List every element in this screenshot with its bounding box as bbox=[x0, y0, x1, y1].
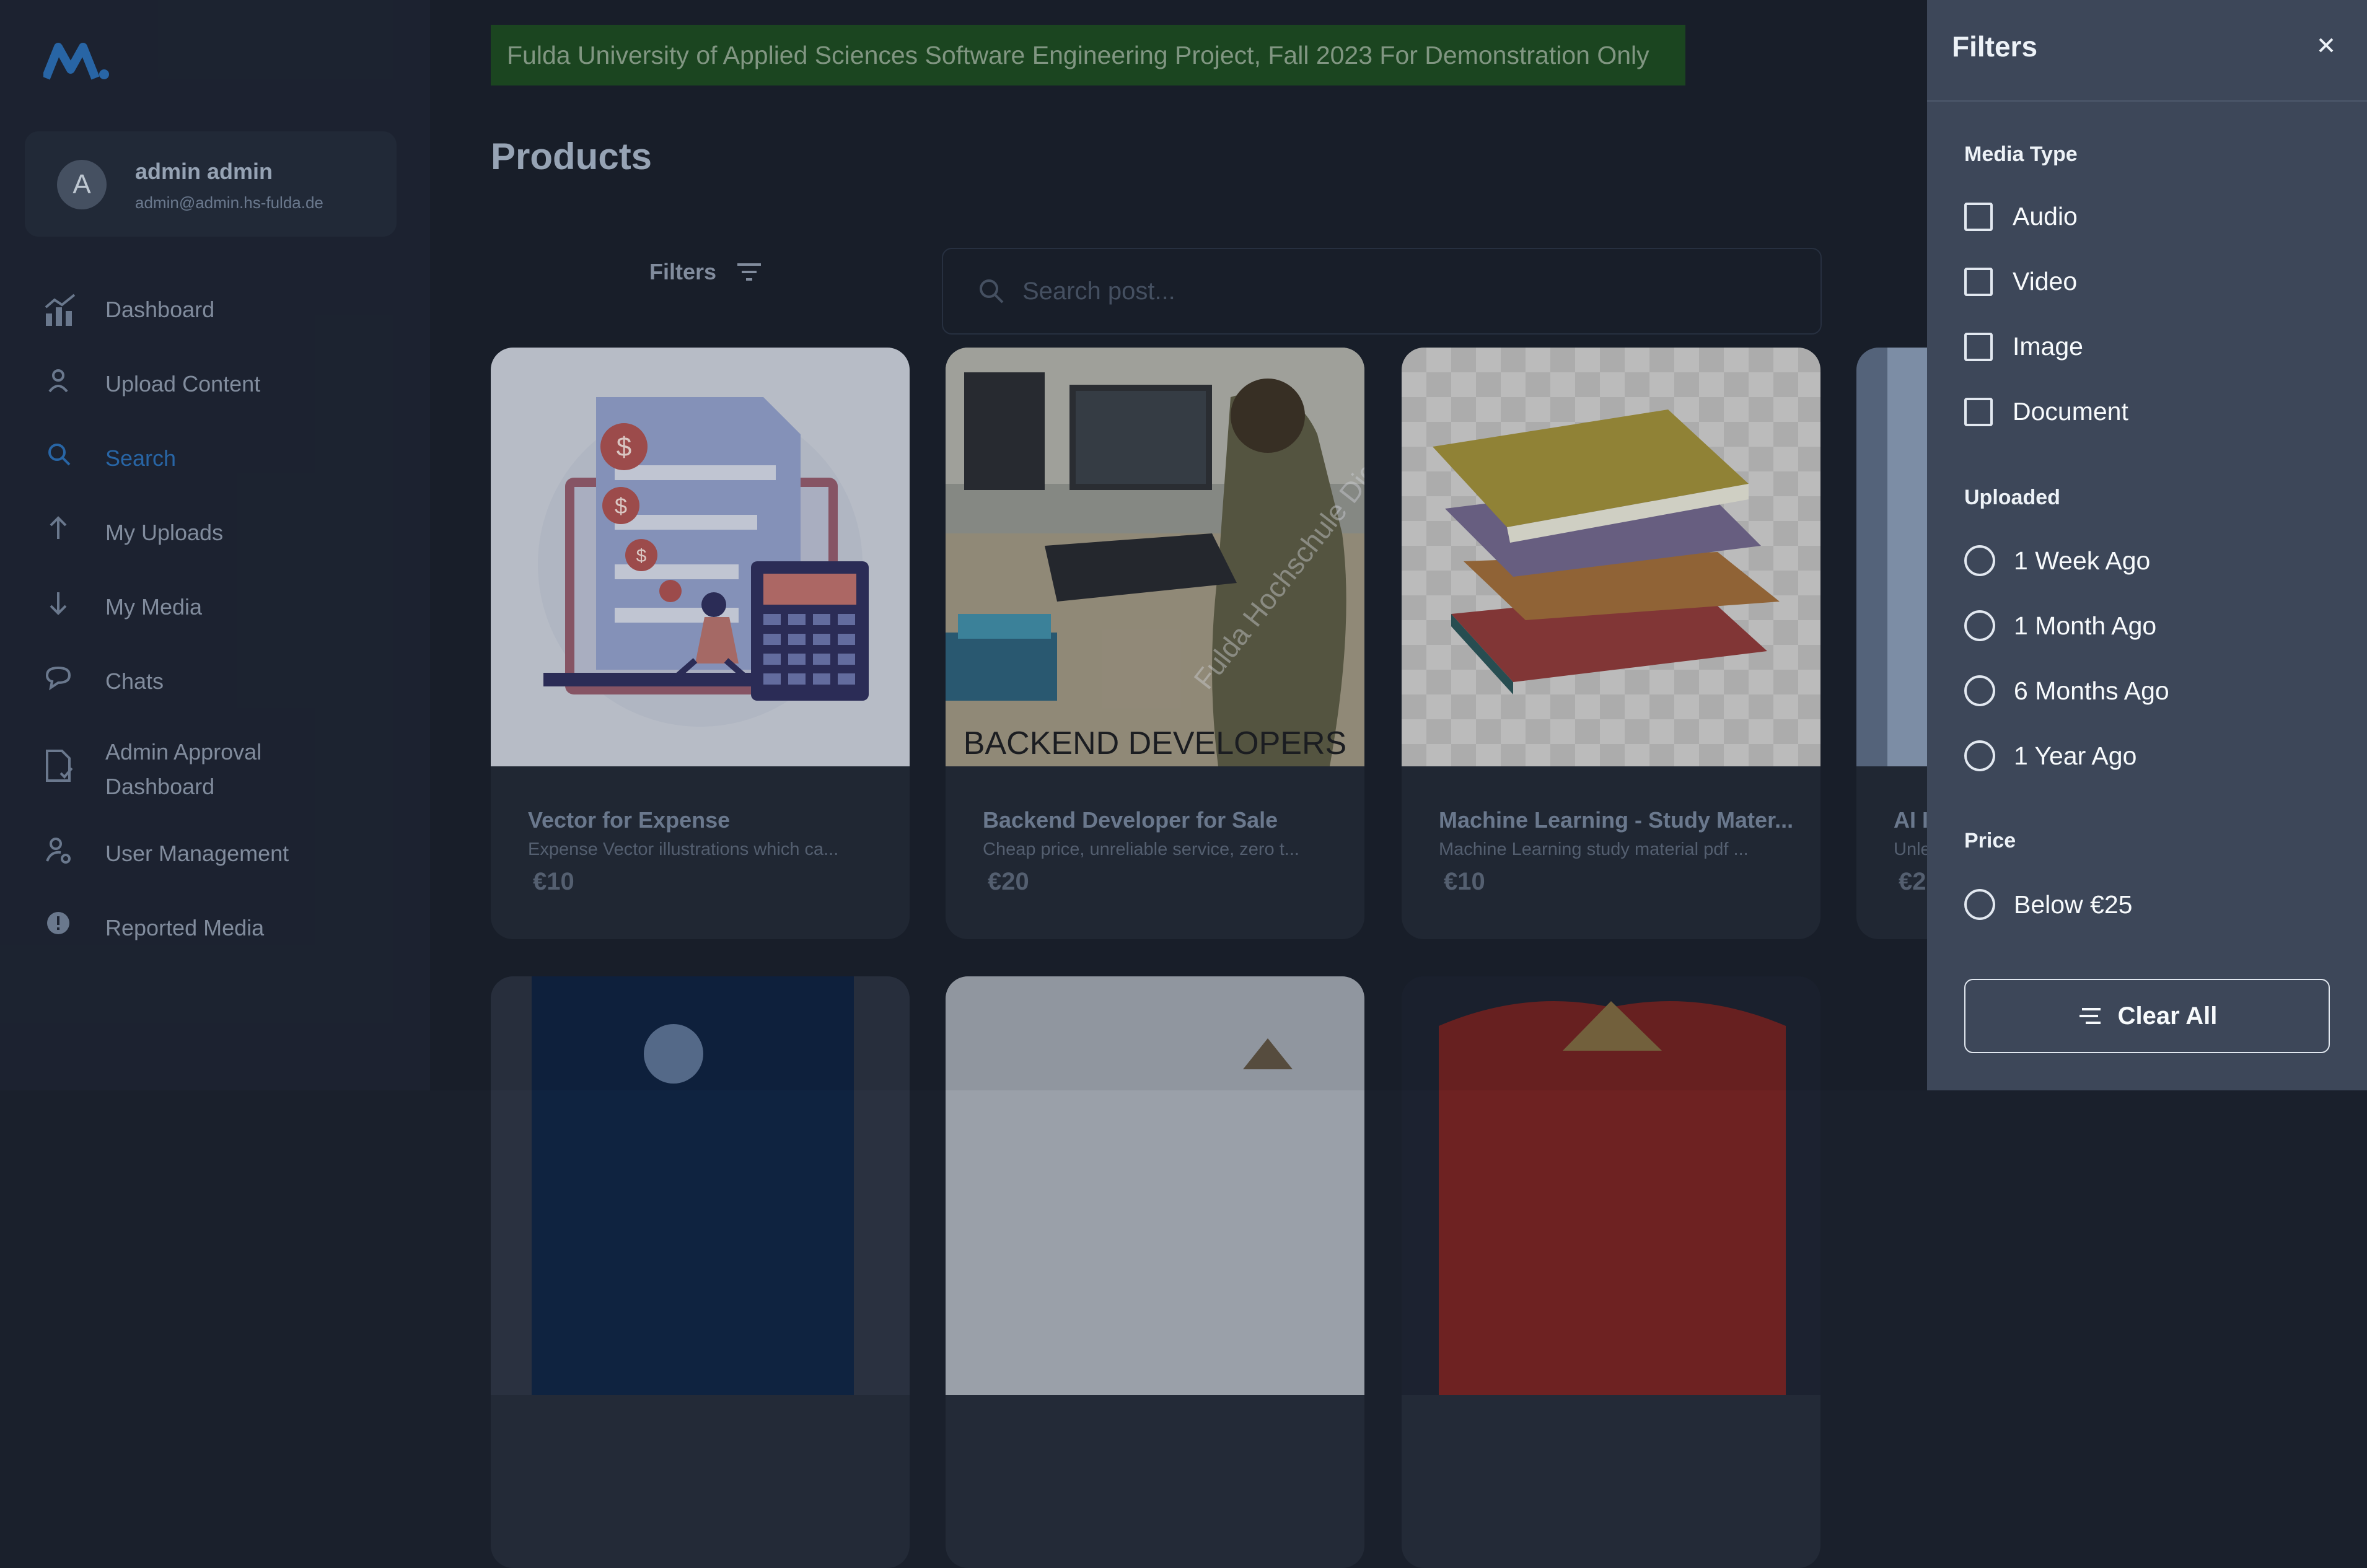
divider bbox=[1927, 100, 2367, 102]
option-label: 1 Week Ago bbox=[2014, 546, 2151, 575]
checkbox[interactable] bbox=[1964, 332, 1993, 361]
option-label: Video bbox=[2013, 267, 2078, 296]
clear-list-icon bbox=[2079, 1008, 2101, 1024]
option-label: Image bbox=[2013, 332, 2083, 361]
drawer-title: Filters bbox=[1952, 30, 2038, 63]
option-label: Below €25 bbox=[2014, 890, 2133, 919]
option-label: Audio bbox=[2013, 202, 2078, 230]
filter-drawer: Filters Media Type Audio Video Image Doc… bbox=[1927, 0, 2367, 1090]
filter-1-year-ago[interactable]: 1 Year Ago bbox=[1964, 740, 2136, 771]
uploaded-heading: Uploaded bbox=[1964, 486, 2060, 509]
radio-button[interactable] bbox=[1964, 889, 1995, 920]
filter-audio[interactable]: Audio bbox=[1964, 202, 2078, 231]
checkbox[interactable] bbox=[1964, 397, 1993, 426]
option-label: 6 Months Ago bbox=[2014, 676, 2169, 705]
filter-video[interactable]: Video bbox=[1964, 267, 2077, 296]
close-icon[interactable] bbox=[2311, 30, 2342, 61]
filter-6-months-ago[interactable]: 6 Months Ago bbox=[1964, 675, 2169, 706]
option-label: 1 Year Ago bbox=[2014, 741, 2137, 770]
filter-1-week-ago[interactable]: 1 Week Ago bbox=[1964, 545, 2150, 576]
filter-1-month-ago[interactable]: 1 Month Ago bbox=[1964, 610, 2156, 641]
filter-below-25[interactable]: Below €25 bbox=[1964, 889, 2132, 920]
radio-button[interactable] bbox=[1964, 675, 1995, 706]
radio-button[interactable] bbox=[1964, 610, 1995, 641]
clear-all-label: Clear All bbox=[2117, 1002, 2218, 1030]
filter-document[interactable]: Document bbox=[1964, 397, 2128, 426]
checkbox[interactable] bbox=[1964, 202, 1993, 231]
option-label: Document bbox=[2013, 397, 2128, 426]
checkbox[interactable] bbox=[1964, 267, 1993, 296]
backdrop-overlay[interactable] bbox=[0, 0, 1927, 1090]
option-label: 1 Month Ago bbox=[2014, 611, 2157, 640]
price-heading: Price bbox=[1964, 829, 2016, 852]
clear-all-button[interactable]: Clear All bbox=[1964, 979, 2330, 1053]
filter-image[interactable]: Image bbox=[1964, 332, 2083, 361]
media-type-heading: Media Type bbox=[1964, 142, 2078, 166]
radio-button[interactable] bbox=[1964, 545, 1995, 576]
radio-button[interactable] bbox=[1964, 740, 1995, 771]
